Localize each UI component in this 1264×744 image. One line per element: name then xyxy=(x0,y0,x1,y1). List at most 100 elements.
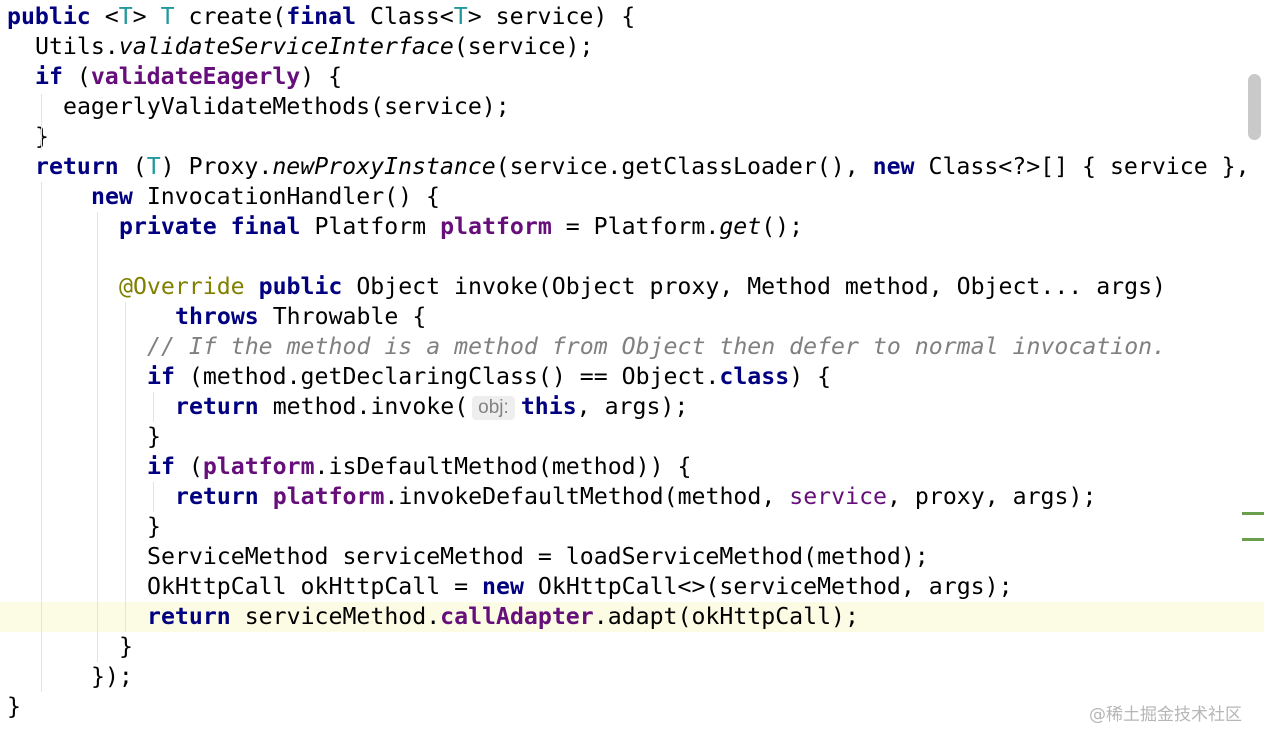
code-token: if xyxy=(35,63,63,90)
code-line[interactable]: return platform.invokeDefaultMethod(meth… xyxy=(0,482,1264,512)
code-token: @Override xyxy=(119,273,245,300)
code-text: throws Throwable { xyxy=(175,302,426,332)
code-line[interactable]: Utils.validateServiceInterface(service); xyxy=(0,32,1264,62)
code-token: final xyxy=(286,3,357,30)
code-token: (method.getDeclaringClass() == Object. xyxy=(174,363,720,390)
code-token: Class< xyxy=(356,3,454,30)
code-line[interactable]: @Override public Object invoke(Object pr… xyxy=(0,272,1264,302)
code-text: ServiceMethod serviceMethod = loadServic… xyxy=(147,542,929,572)
code-token: newProxyInstance xyxy=(272,153,496,180)
code-token: }); xyxy=(91,663,133,690)
code-line[interactable]: throws Throwable { xyxy=(0,302,1264,332)
code-line[interactable]: } xyxy=(0,512,1264,542)
code-line[interactable]: new InvocationHandler() { xyxy=(0,182,1264,212)
code-token: ( xyxy=(118,153,147,180)
code-token: return xyxy=(175,483,259,510)
code-token: // If the method is a method from Object… xyxy=(147,333,1167,360)
indent-guide xyxy=(153,482,154,512)
code-token: T xyxy=(118,3,133,30)
indent-guide xyxy=(97,212,98,662)
code-line[interactable]: if (validateEagerly) { xyxy=(0,62,1264,92)
code-token: .invokeDefaultMethod(method, xyxy=(384,483,790,510)
code-text: Utils.validateServiceInterface(service); xyxy=(35,32,593,62)
code-text: return method.invoke(obj: this, args); xyxy=(175,392,688,422)
code-token: ( xyxy=(174,453,203,480)
code-token: OkHttpCall<>(serviceMethod, args); xyxy=(523,573,1013,600)
watermark: @稀土掘金技术社区 xyxy=(1089,705,1242,725)
code-text: } xyxy=(147,512,161,542)
code-line[interactable]: } xyxy=(0,122,1264,152)
code-token: Platform xyxy=(300,213,441,240)
code-line[interactable]: OkHttpCall okHttpCall = new OkHttpCall<>… xyxy=(0,572,1264,602)
code-token: (); xyxy=(761,213,804,240)
code-token: (service.getClassLoader(), xyxy=(495,153,873,180)
code-token: Object invoke(Object proxy, Method metho… xyxy=(342,273,1167,300)
code-token: eagerlyValidateMethods(service); xyxy=(63,93,510,120)
code-line[interactable]: private final Platform platform = Platfo… xyxy=(0,212,1264,242)
parameter-hint: obj: xyxy=(472,396,515,420)
code-text: @Override public Object invoke(Object pr… xyxy=(119,272,1166,302)
code-token: Utils. xyxy=(35,33,119,60)
code-token: .isDefaultMethod(method)) { xyxy=(314,453,692,480)
code-line-current[interactable]: return serviceMethod.callAdapter.adapt(o… xyxy=(0,602,1264,632)
code-line[interactable]: } xyxy=(0,632,1264,662)
code-token: if xyxy=(147,363,175,390)
code-token: return xyxy=(147,603,231,630)
code-token: platform xyxy=(440,213,552,240)
code-token: platform xyxy=(202,453,315,480)
code-line[interactable]: // If the method is a method from Object… xyxy=(0,332,1264,362)
code-token: ) { xyxy=(789,363,832,390)
code-line[interactable]: if (method.getDeclaringClass() == Object… xyxy=(0,362,1264,392)
code-token: new xyxy=(91,183,133,210)
code-token: ( xyxy=(62,63,91,90)
code-token: return xyxy=(175,393,259,420)
code-token: ) { xyxy=(300,63,343,90)
code-line[interactable]: eagerlyValidateMethods(service); xyxy=(0,92,1264,122)
code-line[interactable]: return (T) Proxy.newProxyInstance(servic… xyxy=(0,152,1264,182)
code-text: return platform.invokeDefaultMethod(meth… xyxy=(175,482,1096,512)
code-token: < xyxy=(90,3,119,30)
code-token: = Platform. xyxy=(551,213,720,240)
code-line[interactable]: }); xyxy=(0,662,1264,692)
code-text: new InvocationHandler() { xyxy=(91,182,440,212)
code-line[interactable] xyxy=(0,242,1264,272)
code-token: , proxy, args); xyxy=(887,483,1097,510)
code-token: new xyxy=(482,573,524,600)
code-editor[interactable]: public <T> T create(final Class<T> servi… xyxy=(0,0,1264,744)
code-token: if xyxy=(147,453,175,480)
code-text: OkHttpCall okHttpCall = new OkHttpCall<>… xyxy=(147,572,1013,602)
code-token: T xyxy=(453,3,468,30)
code-text: // If the method is a method from Object… xyxy=(147,332,1166,362)
change-marker[interactable] xyxy=(1242,538,1264,541)
code-token: new xyxy=(872,153,915,180)
code-token: platform xyxy=(272,483,385,510)
code-text: if (validateEagerly) { xyxy=(35,62,342,92)
code-token: ) Proxy. xyxy=(160,153,273,180)
code-text: eagerlyValidateMethods(service); xyxy=(63,92,510,122)
code-token: serviceMethod. xyxy=(230,603,441,630)
code-text: public <T> T create(final Class<T> servi… xyxy=(7,2,635,32)
code-text: } xyxy=(7,692,21,722)
code-text: if (method.getDeclaringClass() == Object… xyxy=(147,362,831,392)
code-line[interactable]: } xyxy=(0,692,1264,722)
code-token: T xyxy=(146,153,161,180)
code-token: } xyxy=(7,693,21,720)
code-token: } xyxy=(119,633,133,660)
code-line[interactable]: } xyxy=(0,422,1264,452)
code-token: this xyxy=(520,393,577,420)
code-line[interactable]: if (platform.isDefaultMethod(method)) { xyxy=(0,452,1264,482)
code-token: .adapt(okHttpCall); xyxy=(593,603,859,630)
code-text: private final Platform platform = Platfo… xyxy=(119,212,803,242)
vertical-scrollbar-thumb[interactable] xyxy=(1248,74,1261,140)
code-line[interactable]: public <T> T create(final Class<T> servi… xyxy=(0,2,1264,32)
code-text: } xyxy=(147,422,161,452)
code-text: if (platform.isDefaultMethod(method)) { xyxy=(147,452,691,482)
change-marker[interactable] xyxy=(1242,512,1264,515)
code-line[interactable]: ServiceMethod serviceMethod = loadServic… xyxy=(0,542,1264,572)
code-token: validateServiceInterface xyxy=(118,33,454,60)
code-token: InvocationHandler() { xyxy=(132,183,441,210)
code-line[interactable]: return method.invoke(obj: this, args); xyxy=(0,392,1264,422)
code-token: service xyxy=(789,483,887,510)
indent-guide xyxy=(41,94,42,150)
